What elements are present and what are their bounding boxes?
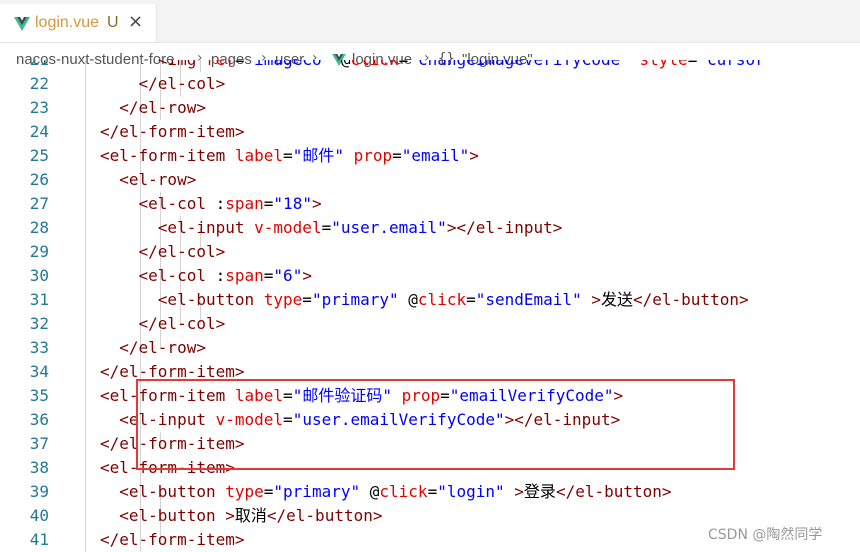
line-number: 22 [29, 74, 49, 93]
line-number: 31 [29, 290, 49, 309]
code-line[interactable]: 24 </el-form-item> [0, 120, 860, 144]
line-number: 28 [29, 218, 49, 237]
code-line[interactable]: 26 <el-row> [0, 168, 860, 192]
tab-login-vue[interactable]: login.vue U × [0, 4, 157, 42]
code-text: </el-col> [138, 314, 226, 333]
editor-tab-bar: login.vue U × [0, 4, 860, 43]
line-number: 27 [29, 194, 49, 213]
code-text: </el-col> [138, 74, 226, 93]
line-number: 38 [29, 458, 49, 477]
code-text: <el-button >取消</el-button> [119, 506, 383, 525]
code-line[interactable]: 29 </el-col> [0, 240, 860, 264]
line-number: 40 [29, 506, 49, 525]
line-number: 33 [29, 338, 49, 357]
code-line[interactable]: 30 <el-col :span="6"> [0, 264, 860, 288]
tab-label: login.vue [35, 14, 100, 31]
code-text: <el-row> [119, 170, 197, 189]
line-number: 30 [29, 266, 49, 285]
line-number: 37 [29, 434, 49, 453]
code-line[interactable]: 27 <el-col :span="18"> [0, 192, 860, 216]
code-text: <img ref="imageCo" @click="changeImageVe… [100, 60, 765, 72]
line-number: 34 [29, 362, 49, 381]
line-number: 21 [0, 60, 49, 72]
code-text: </el-row> [119, 338, 206, 357]
highlight-annotation-box [136, 379, 735, 470]
code-line[interactable]: 25 <el-form-item label="邮件" prop="email"> [0, 144, 860, 168]
code-line[interactable]: 33 </el-row> [0, 336, 860, 360]
line-number: 39 [29, 482, 49, 501]
code-text: </el-col> [138, 242, 226, 261]
code-line[interactable]: 39 <el-button type="primary" @click="log… [0, 480, 860, 504]
code-editor[interactable]: 21 <img ref="imageCo" @click="changeImag… [0, 60, 860, 552]
code-text: <el-button type="primary" @click="sendEm… [157, 290, 749, 309]
code-line[interactable]: 22 </el-col> [0, 72, 860, 96]
code-text: <el-col :span="6"> [138, 266, 312, 285]
code-text: <el-button type="primary" @click="login"… [119, 482, 672, 501]
line-number: 32 [29, 314, 49, 333]
vue-logo-icon [14, 17, 30, 31]
line-number: 41 [29, 530, 49, 549]
line-number: 25 [29, 146, 49, 165]
code-text: <el-form-item label="邮件" prop="email"> [100, 146, 479, 165]
close-icon[interactable]: × [128, 11, 143, 32]
code-text: <el-col :span="18"> [138, 194, 322, 213]
code-text: </el-form-item> [100, 122, 245, 141]
line-number: 35 [29, 386, 49, 405]
watermark: CSDN @陶然同学 [708, 527, 823, 543]
code-line[interactable]: 28 <el-input v-model="user.email"></el-i… [0, 216, 860, 240]
code-text: </el-row> [119, 98, 206, 117]
code-line[interactable]: 31 <el-button type="primary" @click="sen… [0, 288, 860, 312]
code-line[interactable]: 21 <img ref="imageCo" @click="changeImag… [0, 60, 860, 72]
code-line[interactable]: 32 </el-col> [0, 312, 860, 336]
code-line[interactable]: 23 </el-row> [0, 96, 860, 120]
code-text: <el-input v-model="user.email"></el-inpu… [157, 218, 563, 237]
line-number: 26 [29, 170, 49, 189]
code-text: </el-form-item> [100, 530, 245, 549]
untracked-badge: U [107, 14, 119, 31]
line-number: 23 [29, 98, 49, 117]
line-number: 36 [29, 410, 49, 429]
line-number: 24 [29, 122, 49, 141]
line-number: 29 [29, 242, 49, 261]
